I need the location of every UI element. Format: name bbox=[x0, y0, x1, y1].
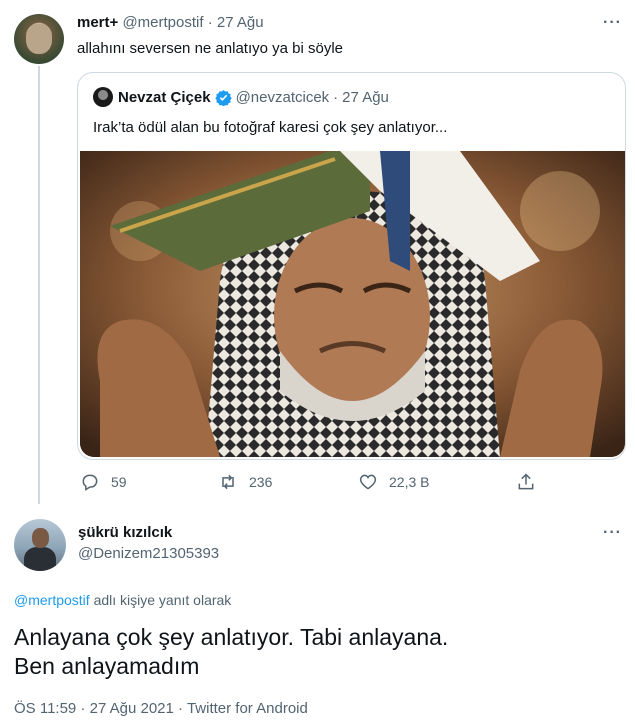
quoted-display-name: Nevzat Çiçek bbox=[118, 88, 211, 106]
quoted-handle: @nevzatcicek bbox=[235, 88, 330, 106]
separator: · bbox=[80, 700, 86, 717]
more-dots-icon[interactable]: ··· bbox=[603, 524, 622, 542]
quoted-tweet-text: Irak’ta ödül alan bu fotoğraf karesi çok… bbox=[93, 119, 448, 136]
retweet-count: 236 bbox=[249, 474, 273, 490]
share-button[interactable] bbox=[516, 472, 547, 492]
reply-suffix: adlı kişiye yanıt olarak bbox=[89, 592, 232, 608]
more-dots-icon[interactable]: ··· bbox=[603, 14, 622, 32]
quoted-tweet-card[interactable]: Nevzat Çiçek @nevzatcicek · 27 Ağu Irak’… bbox=[77, 72, 626, 460]
like-count: 22,3 B bbox=[389, 474, 430, 490]
photo-illustration bbox=[80, 151, 625, 457]
handle[interactable]: @Denizem21305393 bbox=[78, 545, 219, 562]
tweet-body-line: Ben anlayamadım bbox=[14, 653, 200, 679]
quoted-tweet-header: Nevzat Çiçek @nevzatcicek · 27 Ağu bbox=[93, 87, 389, 107]
replying-to-line: @mertpostif adlı kişiye yanıt olarak bbox=[14, 592, 231, 608]
heart-icon bbox=[359, 474, 377, 490]
separator: · bbox=[207, 14, 213, 31]
retweet-icon bbox=[222, 474, 234, 490]
retweet-button[interactable]: 236 bbox=[218, 472, 272, 492]
reply-count: 59 bbox=[111, 474, 127, 490]
like-button[interactable]: 22,3 B bbox=[358, 472, 429, 492]
quoted-avatar bbox=[93, 87, 113, 107]
tweet-source[interactable]: Twitter for Android bbox=[187, 700, 308, 717]
quoted-timestamp: 27 Ağu bbox=[342, 88, 389, 106]
tweet-date[interactable]: 27 Ağu 2021 bbox=[90, 700, 174, 717]
reply-button[interactable]: 59 bbox=[80, 472, 127, 492]
verified-badge-icon bbox=[214, 89, 232, 106]
handle[interactable]: @mertpostif bbox=[122, 14, 203, 31]
avatar[interactable] bbox=[14, 519, 66, 571]
thread-connector-line bbox=[38, 66, 40, 504]
tweet-body-line: Anlayana çok şey anlatıyor. Tabi anlayan… bbox=[14, 624, 449, 650]
reply-handle-link[interactable]: @mertpostif bbox=[14, 592, 90, 608]
tweet-photo[interactable] bbox=[80, 151, 625, 457]
tweet-text: allahını seversen ne anlatıyo ya bi söyl… bbox=[77, 40, 343, 57]
tweet-time[interactable]: ÖS 11:59 bbox=[14, 700, 76, 717]
separator: · bbox=[178, 700, 184, 717]
share-icon bbox=[518, 473, 534, 490]
tweet-body: Anlayana çok şey anlatıyor. Tabi anlayan… bbox=[14, 623, 614, 681]
avatar[interactable] bbox=[14, 14, 64, 64]
timestamp[interactable]: 27 Ağu bbox=[217, 14, 264, 31]
separator: · bbox=[333, 88, 339, 106]
tweet-footer: ÖS 11:59 · 27 Ağu 2021 · Twitter for And… bbox=[14, 700, 308, 717]
tweet-header: mert+ @mertpostif · 27 Ağu bbox=[77, 14, 264, 31]
reply-icon bbox=[82, 474, 98, 491]
display-name[interactable]: mert+ bbox=[77, 14, 118, 31]
tweet-action-bar: 59 236 22,3 B bbox=[80, 470, 550, 496]
display-name[interactable]: şükrü kızılcık bbox=[78, 524, 172, 541]
